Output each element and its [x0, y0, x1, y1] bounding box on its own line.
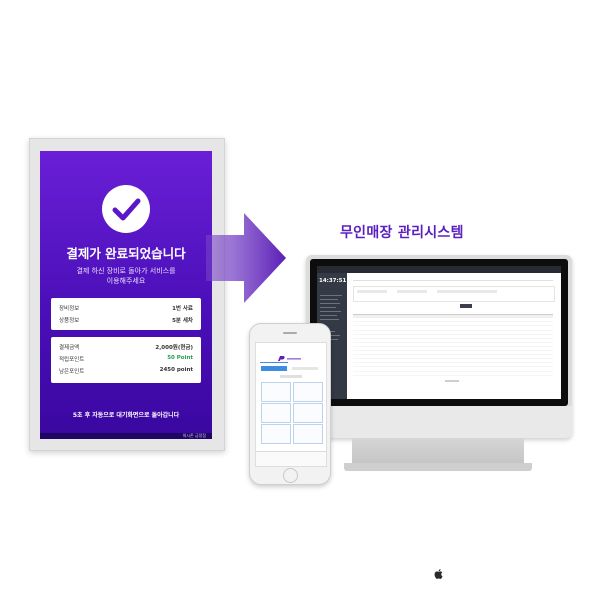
device-card[interactable]	[293, 403, 323, 423]
info-label: 결제금액	[59, 345, 80, 351]
phone-tab-left[interactable]	[260, 357, 288, 363]
subtitle-line-1: 결제 하신 장비로 돌아가 서비스를	[76, 267, 176, 275]
info-value: 50 Point	[167, 355, 193, 361]
device-info-card: 장비정보 1번 사료 상품정보 5분 세차	[51, 298, 201, 330]
phone-screen	[255, 342, 327, 467]
admin-dashboard-screen: 14:37:51	[317, 266, 561, 399]
arrow-right-icon	[206, 213, 286, 303]
device-card[interactable]	[261, 424, 291, 444]
info-row-earned-points: 적립포인트 50 Point	[59, 355, 193, 366]
monitor-stand-foot	[344, 463, 532, 471]
phone-filter-option	[292, 367, 318, 370]
phone-bottom-nav	[256, 451, 326, 466]
search-button[interactable]	[460, 304, 472, 308]
kiosk-screen: 결제가 완료되었습니다 결제 하신 장비로 돌아가 서비스를 이용해주세요 장비…	[40, 151, 212, 439]
device-card[interactable]	[293, 382, 323, 402]
home-button[interactable]	[283, 468, 298, 483]
phone-speaker	[283, 332, 297, 334]
info-label: 장비정보	[59, 306, 80, 312]
info-label: 남은포인트	[59, 369, 85, 375]
dashboard-clock: 14:37:51	[319, 278, 347, 284]
management-system-headline: 무인매장 관리시스템	[340, 225, 464, 241]
info-row-device: 장비정보 1번 사료	[59, 304, 193, 315]
monitor-chin	[306, 406, 572, 579]
phone-date-label	[280, 375, 302, 378]
device-card[interactable]	[261, 382, 291, 402]
kiosk-device: 결제가 완료되었습니다 결제 하신 장비로 돌아가 서비스를 이용해주세요 장비…	[29, 138, 225, 451]
payment-complete-title: 결제가 완료되었습니다	[66, 246, 186, 261]
info-value: 2450 point	[159, 367, 193, 373]
info-value: 1번 사료	[172, 306, 193, 312]
info-value: 5분 세차	[172, 318, 193, 324]
monitor-bezel: 14:37:51	[310, 259, 568, 406]
monitor-stand	[352, 438, 524, 466]
kiosk-footer: 워시존 금정점	[40, 433, 212, 439]
info-row-remaining-points: 남은포인트 2450 point	[59, 367, 193, 378]
smartphone	[249, 323, 331, 485]
device-card[interactable]	[293, 424, 323, 444]
device-card[interactable]	[261, 403, 291, 423]
app-logo	[276, 347, 306, 361]
subtitle-line-2: 이용해주세요	[106, 277, 146, 285]
transactions-table	[353, 318, 553, 376]
dashboard-topbar	[317, 266, 561, 273]
payment-info-card: 결제금액 2,000원(현금) 적립포인트 50 Point 남은포인트 245…	[51, 337, 201, 383]
check-icon	[102, 185, 150, 233]
info-row-amount: 결제금액 2,000원(현금)	[59, 343, 193, 354]
payment-complete-subtitle: 결제 하신 장비로 돌아가 서비스를 이용해주세요	[40, 266, 212, 286]
phone-filter-button[interactable]	[261, 366, 287, 371]
info-row-product: 상품정보 5분 세차	[59, 316, 193, 327]
phone-tab-right[interactable]	[292, 357, 320, 362]
desktop-monitor: 14:37:51	[306, 255, 572, 579]
info-label: 상품정보	[59, 318, 80, 324]
pagination[interactable]	[445, 380, 459, 382]
apple-logo-icon	[434, 569, 443, 579]
filter-panel	[353, 286, 555, 302]
info-label: 적립포인트	[59, 357, 85, 363]
store-name: 워시존 금정점	[182, 433, 206, 438]
return-notice: 5초 후 자동으로 대기화면으로 돌아갑니다	[72, 412, 180, 419]
info-value: 2,000원(현금)	[155, 345, 193, 351]
